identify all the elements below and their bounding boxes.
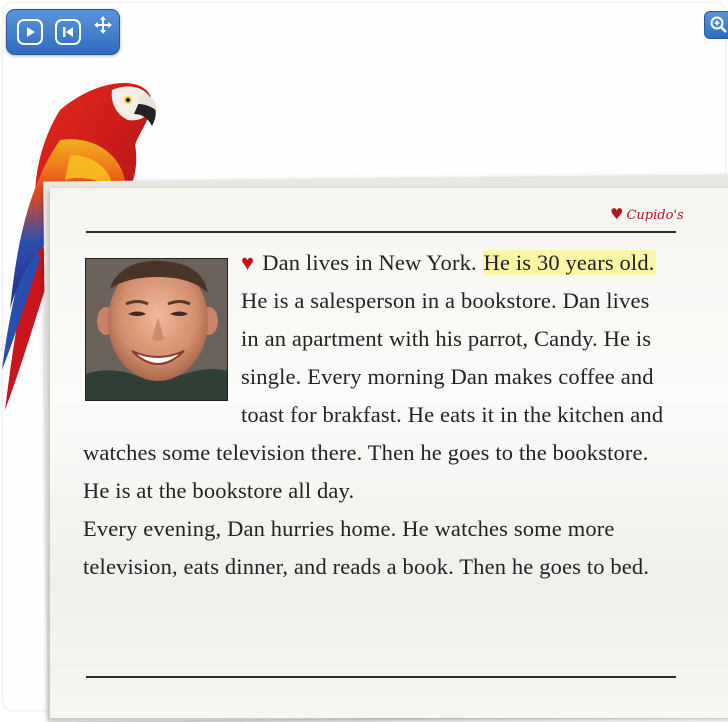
heart-bullet-icon: ♥ [241, 250, 255, 275]
photo-spacer [83, 244, 241, 434]
move-icon [94, 16, 112, 34]
restart-button[interactable] [55, 19, 81, 45]
highlighted-sentence[interactable]: He is 30 years old. [482, 250, 656, 275]
zoom-button[interactable] [704, 11, 728, 39]
article-sentence-1: Dan lives in New York. [262, 250, 477, 275]
top-divider [86, 231, 676, 233]
brand-name: Cupido's [626, 208, 684, 223]
article-paragraph-2: Every evening, Dan hurries home. He watc… [83, 516, 650, 579]
zoom-in-icon [710, 16, 727, 33]
media-controls [6, 9, 120, 55]
move-handle[interactable] [92, 14, 114, 36]
play-icon [27, 27, 35, 37]
restart-icon [63, 27, 73, 37]
bottom-divider [86, 676, 676, 678]
heart-icon: ♥ [610, 205, 624, 223]
play-button[interactable] [17, 19, 43, 45]
article-body: ♥ Dan lives in New York. He is 30 years o… [83, 244, 673, 586]
newspaper-brand: ♥ Cupido's [610, 205, 684, 223]
